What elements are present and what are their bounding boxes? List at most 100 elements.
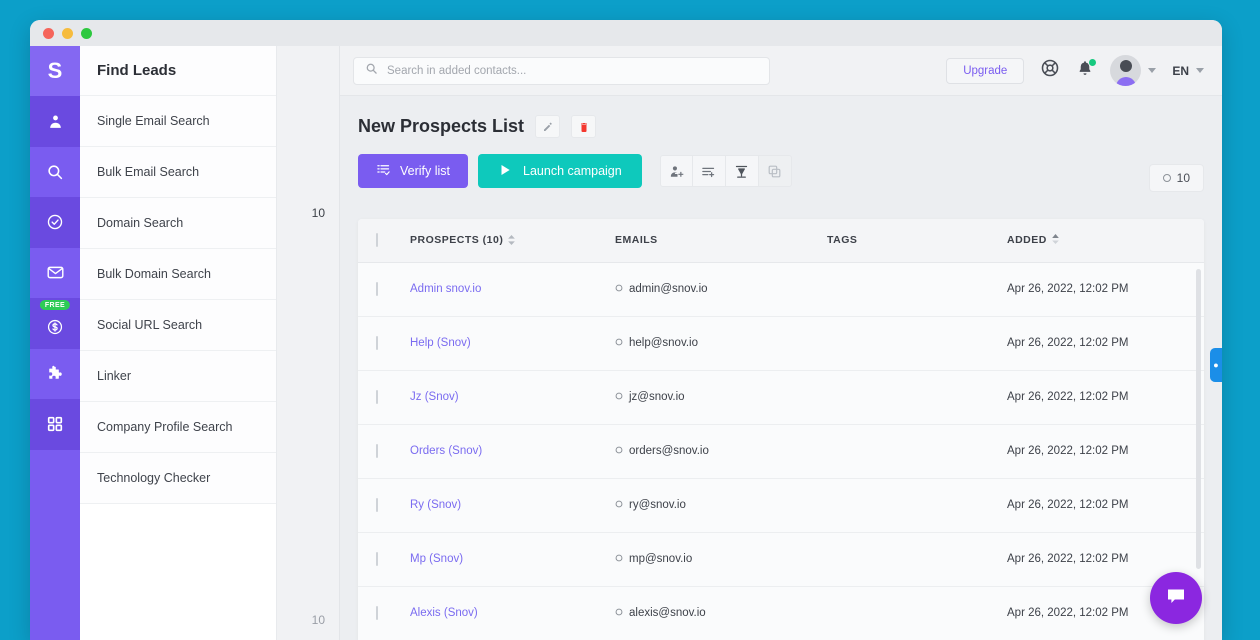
header-prospects[interactable]: PROSPECTS (10): [410, 219, 615, 263]
search-input[interactable]: Search in added contacts...: [353, 56, 770, 85]
header-added-label: ADDED: [1007, 234, 1047, 247]
verify-list-label: Verify list: [400, 164, 451, 178]
sidebar-item-company-profile-search[interactable]: Company Profile Search: [80, 402, 276, 453]
edge-tab-icon: ●: [1213, 360, 1219, 370]
table-row[interactable]: Ry (Snov) ry@snov.io Apr 26, 2022, 12:02…: [358, 478, 1204, 533]
sort-asc-icon: [1052, 233, 1059, 247]
table-row[interactable]: Help (Snov) help@snov.io Apr 26, 2022, 1…: [358, 316, 1204, 371]
export-download-button[interactable]: [725, 155, 759, 187]
verify-list-button[interactable]: Verify list: [358, 154, 469, 188]
help-button[interactable]: [1040, 58, 1060, 83]
delete-list-button[interactable]: [571, 115, 597, 138]
gutter-value-bottom-1: 10: [311, 613, 325, 627]
rail-item-social-url-search[interactable]: FREE: [30, 298, 80, 349]
prospect-name[interactable]: Jz (Snov): [410, 391, 459, 403]
chevron-down-icon: [1148, 68, 1157, 73]
rail-item-company-profile-search[interactable]: [30, 399, 80, 450]
prospect-count-value: 10: [1176, 171, 1190, 185]
chat-support-button[interactable]: [1150, 572, 1202, 624]
search-placeholder: Search in added contacts...: [387, 64, 527, 77]
rail-item-domain-search[interactable]: [30, 197, 80, 248]
edit-list-button[interactable]: [535, 115, 561, 138]
table-row[interactable]: Admin snov.io admin@snov.io Apr 26, 2022…: [358, 262, 1204, 317]
prospect-name[interactable]: Orders (Snov): [410, 445, 482, 457]
row-checkbox[interactable]: [376, 336, 378, 350]
play-icon: [498, 163, 512, 180]
notification-badge: [1088, 58, 1098, 67]
row-checkbox[interactable]: [376, 282, 378, 296]
header-tags-label: TAGS: [827, 234, 858, 247]
row-checkbox[interactable]: [376, 444, 378, 458]
table-header-row: PROSPECTS (10) EMAILS TAGS ADDED: [358, 219, 1204, 263]
rail-item-bulk-email-search[interactable]: [30, 147, 80, 198]
prospect-count-pill[interactable]: 10: [1148, 164, 1204, 192]
avatar-body: [1115, 77, 1136, 86]
sidebar-item-technology-checker[interactable]: Technology Checker: [80, 453, 276, 504]
close-icon[interactable]: [43, 27, 54, 39]
prospect-name[interactable]: Help (Snov): [410, 337, 471, 349]
dollar-circle-icon: [46, 318, 64, 336]
table-row[interactable]: Alexis (Snov) alexis@snov.io Apr 26, 202…: [358, 586, 1204, 640]
rail-item-single-email-search[interactable]: [30, 96, 80, 147]
prospect-name[interactable]: Admin snov.io: [410, 283, 481, 295]
person-icon: [47, 113, 64, 130]
rail-item-linker[interactable]: [30, 349, 80, 400]
prospects-table: PROSPECTS (10) EMAILS TAGS ADDED Admin s…: [358, 219, 1204, 640]
prospect-email: alexis@snov.io: [629, 607, 706, 619]
add-to-list-button[interactable]: [692, 155, 726, 187]
chat-bubble-icon: [1164, 584, 1188, 613]
user-menu[interactable]: [1110, 55, 1157, 86]
content-area: New Prospects List Verify list Launch ca…: [340, 96, 1222, 640]
header-added[interactable]: ADDED: [1007, 219, 1204, 263]
table-row[interactable]: Jz (Snov) jz@snov.io Apr 26, 2022, 12:02…: [358, 370, 1204, 425]
sidebar-item-social-url-search[interactable]: Social URL Search: [80, 300, 276, 351]
minimize-icon[interactable]: [62, 27, 73, 39]
language-selector[interactable]: EN: [1172, 64, 1204, 78]
table-scrollbar[interactable]: [1196, 269, 1201, 569]
prospect-added: Apr 26, 2022, 12:02 PM: [1007, 391, 1129, 403]
row-checkbox[interactable]: [376, 606, 378, 620]
prospect-name[interactable]: Alexis (Snov): [410, 607, 478, 619]
header-prospects-label: PROSPECTS (10): [410, 234, 504, 247]
email-status-icon: [615, 391, 623, 403]
top-header: Search in added contacts... Upgrade EN: [340, 46, 1222, 96]
row-checkbox[interactable]: [376, 552, 378, 566]
email-status-icon: [615, 283, 623, 295]
select-all-checkbox[interactable]: [376, 233, 378, 248]
prospect-added: Apr 26, 2022, 12:02 PM: [1007, 553, 1129, 565]
snov-logo[interactable]: S: [30, 46, 80, 96]
duplicate-list-button[interactable]: [758, 155, 792, 187]
prospect-name[interactable]: Ry (Snov): [410, 499, 461, 511]
sidebar-item-linker[interactable]: Linker: [80, 351, 276, 402]
sidebar-item-bulk-domain-search[interactable]: Bulk Domain Search: [80, 249, 276, 300]
table-row[interactable]: Mp (Snov) mp@snov.io Apr 26, 2022, 12:02…: [358, 532, 1204, 587]
rail-item-bulk-domain-search[interactable]: [30, 248, 80, 299]
app-body: S FREE Find Leads Single Email Search Bu…: [30, 46, 1222, 640]
notifications-button[interactable]: [1076, 58, 1098, 82]
gutter-value-top: 10: [311, 206, 325, 220]
sort-icon: [508, 235, 516, 246]
maximize-icon[interactable]: [81, 27, 92, 39]
feedback-edge-tab[interactable]: ●: [1210, 348, 1222, 382]
email-status-icon: [615, 553, 623, 565]
prospect-name[interactable]: Mp (Snov): [410, 553, 463, 565]
puzzle-icon: [46, 364, 65, 383]
prospect-added: Apr 26, 2022, 12:02 PM: [1007, 607, 1129, 619]
avatar: [1110, 55, 1142, 86]
avatar-head: [1119, 60, 1132, 72]
table-row[interactable]: Orders (Snov) orders@snov.io Apr 26, 202…: [358, 424, 1204, 479]
prospect-email: help@snov.io: [629, 337, 698, 349]
prospect-added: Apr 26, 2022, 12:02 PM: [1007, 445, 1129, 457]
upgrade-button[interactable]: Upgrade: [946, 57, 1025, 84]
sidebar-item-domain-search[interactable]: Domain Search: [80, 198, 276, 249]
prospect-email: orders@snov.io: [629, 445, 709, 457]
sidebar-item-bulk-email-search[interactable]: Bulk Email Search: [80, 147, 276, 198]
email-status-icon: [615, 337, 623, 349]
launch-campaign-button[interactable]: Launch campaign: [478, 154, 642, 188]
add-prospect-button[interactable]: [659, 155, 693, 187]
checklist-icon: [376, 162, 391, 180]
row-checkbox[interactable]: [376, 390, 378, 404]
icon-rail: S FREE: [30, 46, 80, 640]
sidebar-item-single-email-search[interactable]: Single Email Search: [80, 96, 276, 147]
row-checkbox[interactable]: [376, 498, 378, 512]
